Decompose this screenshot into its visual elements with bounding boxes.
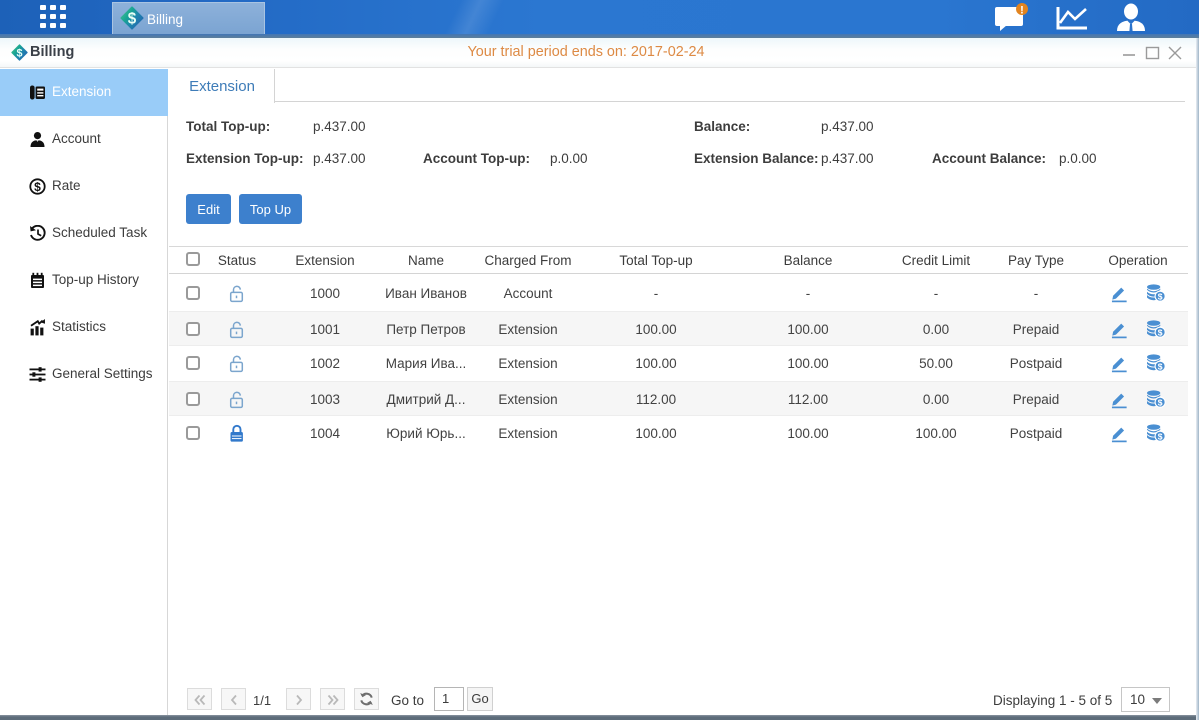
- svg-text:$: $: [1158, 291, 1163, 301]
- svg-text:$: $: [1158, 431, 1163, 441]
- svg-text:$: $: [1158, 327, 1163, 337]
- svg-text:$: $: [128, 11, 137, 28]
- svg-text:$: $: [1158, 361, 1163, 371]
- svg-text:$: $: [1158, 397, 1163, 407]
- svg-text:$: $: [34, 180, 41, 194]
- svg-text:!: !: [1020, 5, 1024, 17]
